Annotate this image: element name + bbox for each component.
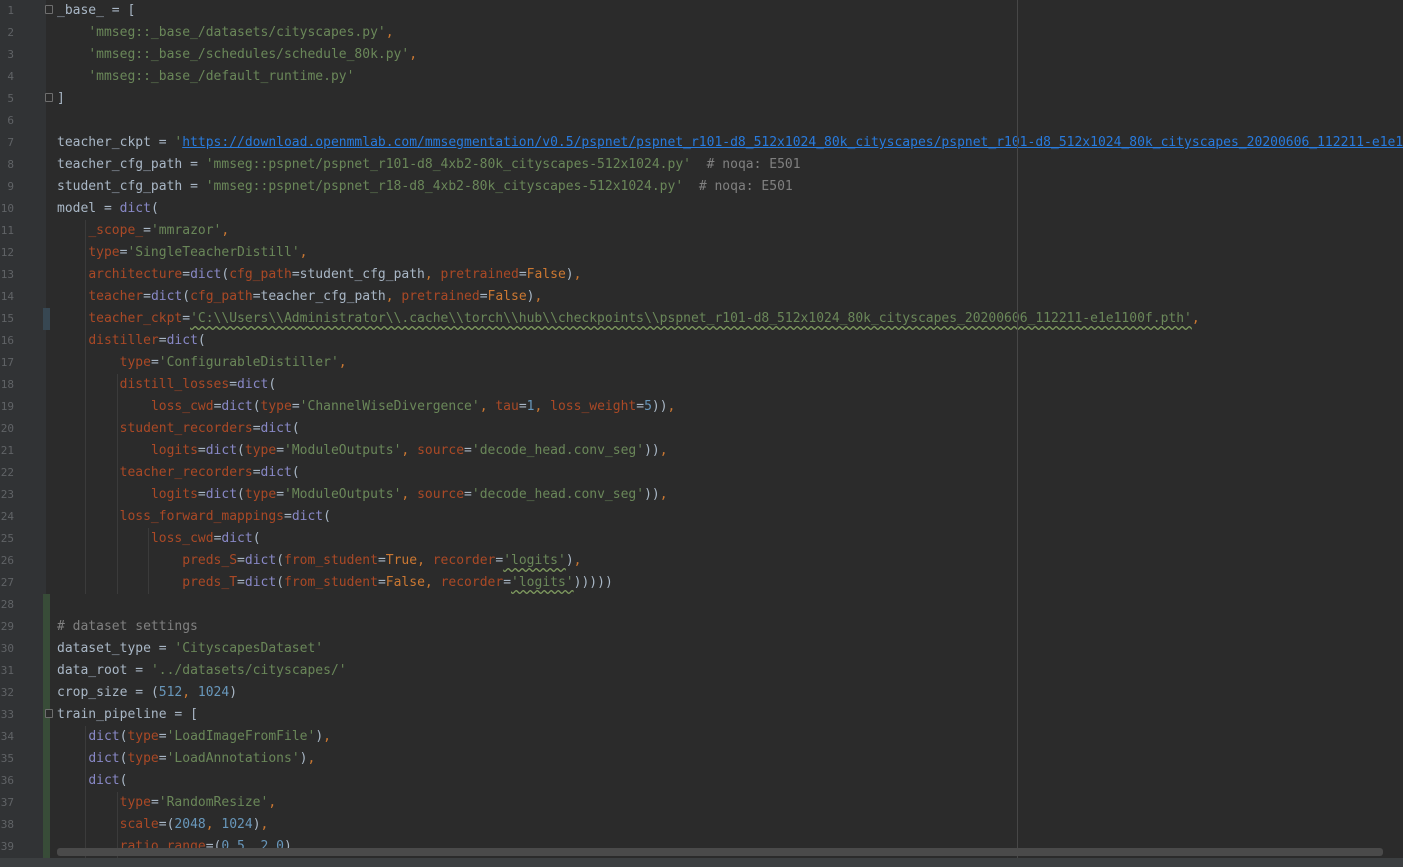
code-line[interactable]: train_pipeline = [: [57, 704, 198, 726]
gutter-markers: [42, 0, 53, 858]
line-number[interactable]: 3: [0, 44, 14, 66]
line-number[interactable]: 28: [0, 594, 14, 616]
line-number[interactable]: 36: [0, 770, 14, 792]
code-line[interactable]: _base_ = [: [57, 0, 135, 22]
fold-toggle-icon[interactable]: [45, 709, 53, 718]
code-line[interactable]: student_cfg_path = 'mmseg::pspnet/pspnet…: [57, 176, 793, 198]
code-line[interactable]: 'mmseg::_base_/schedules/schedule_80k.py…: [57, 44, 417, 66]
line-number[interactable]: 27: [0, 572, 14, 594]
code-line[interactable]: model = dict(: [57, 198, 159, 220]
code-line[interactable]: teacher_ckpt='C:\\Users\\Administrator\\…: [57, 308, 1199, 330]
line-number[interactable]: 38: [0, 814, 14, 836]
line-number[interactable]: 30: [0, 638, 14, 660]
code-line[interactable]: # dataset settings: [57, 616, 198, 638]
code-line[interactable]: 'mmseg::_base_/default_runtime.py': [57, 66, 354, 88]
line-number[interactable]: 15: [0, 308, 14, 330]
line-number[interactable]: 37: [0, 792, 14, 814]
code-line[interactable]: ]: [57, 88, 65, 110]
code-editor[interactable]: 1 2 3 4 5 6 7 8 9 10 11 12 13 14 15 16 17 18 19 20 21 22 23 24 2…: [0, 0, 1403, 867]
line-number[interactable]: 23: [0, 484, 14, 506]
line-number[interactable]: 22: [0, 462, 14, 484]
line-number[interactable]: 32: [0, 682, 14, 704]
added-lines-marker[interactable]: [43, 594, 50, 858]
fold-toggle-icon[interactable]: [45, 93, 53, 102]
line-number[interactable]: 21: [0, 440, 14, 462]
line-number[interactable]: 13: [0, 264, 14, 286]
code-line[interactable]: teacher=dict(cfg_path=teacher_cfg_path, …: [57, 286, 542, 308]
code-line[interactable]: crop_size = (512, 1024): [57, 682, 237, 704]
code-line[interactable]: dict(type='LoadAnnotations'),: [57, 748, 315, 770]
line-number[interactable]: 9: [0, 176, 14, 198]
code-line[interactable]: teacher_ckpt = 'https://download.openmml…: [57, 132, 1403, 154]
line-number[interactable]: 11: [0, 220, 14, 242]
code-line[interactable]: scale=(2048, 1024),: [57, 814, 269, 836]
line-number[interactable]: 39: [0, 836, 14, 858]
code-line[interactable]: type='SingleTeacherDistill',: [57, 242, 307, 264]
line-number[interactable]: 24: [0, 506, 14, 528]
fold-toggle-icon[interactable]: [45, 5, 53, 14]
code-line[interactable]: loss_forward_mappings=dict(: [57, 506, 331, 528]
line-number[interactable]: 10: [0, 198, 14, 220]
bottom-strip: [0, 858, 1403, 867]
code-line[interactable]: logits=dict(type='ModuleOutputs', source…: [57, 484, 668, 506]
line-number[interactable]: 7: [0, 132, 14, 154]
code-line[interactable]: 'mmseg::_base_/datasets/cityscapes.py',: [57, 22, 393, 44]
code-line[interactable]: teacher_cfg_path = 'mmseg::pspnet/pspnet…: [57, 154, 801, 176]
line-number[interactable]: 29: [0, 616, 14, 638]
code-line[interactable]: dict(type='LoadImageFromFile'),: [57, 726, 331, 748]
line-number[interactable]: 35: [0, 748, 14, 770]
line-number[interactable]: 20: [0, 418, 14, 440]
code-line[interactable]: distiller=dict(: [57, 330, 205, 352]
line-number-gutter[interactable]: 1 2 3 4 5 6 7 8 9 10 11 12 13 14 15 16 17 18 19 20 21 22 23 24 2…: [0, 0, 46, 858]
line-number[interactable]: 8: [0, 154, 14, 176]
line-number[interactable]: 26: [0, 550, 14, 572]
code-line[interactable]: architecture=dict(cfg_path=student_cfg_p…: [57, 264, 581, 286]
line-number[interactable]: 14: [0, 286, 14, 308]
code-line[interactable]: logits=dict(type='ModuleOutputs', source…: [57, 440, 668, 462]
code-area[interactable]: _base_ = [ 'mmseg::_base_/datasets/citys…: [57, 0, 1403, 858]
code-line[interactable]: loss_cwd=dict(type='ChannelWiseDivergenc…: [57, 396, 675, 418]
line-number[interactable]: 31: [0, 660, 14, 682]
code-line[interactable]: type='RandomResize',: [57, 792, 277, 814]
line-number[interactable]: 33: [0, 704, 14, 726]
code-line[interactable]: preds_T=dict(from_student=False, recorde…: [57, 572, 613, 594]
line-number[interactable]: 16: [0, 330, 14, 352]
line-number[interactable]: 12: [0, 242, 14, 264]
line-number[interactable]: 19: [0, 396, 14, 418]
code-line[interactable]: loss_cwd=dict(: [57, 528, 261, 550]
code-line[interactable]: preds_S=dict(from_student=True, recorder…: [57, 550, 581, 572]
right-margin-guide: [1017, 0, 1018, 858]
code-line[interactable]: _scope_='mmrazor',: [57, 220, 229, 242]
code-line[interactable]: student_recorders=dict(: [57, 418, 300, 440]
line-number[interactable]: 4: [0, 66, 14, 88]
code-line[interactable]: distill_losses=dict(: [57, 374, 277, 396]
modified-line-marker[interactable]: [43, 308, 50, 330]
line-number[interactable]: 17: [0, 352, 14, 374]
horizontal-scrollbar[interactable]: [57, 848, 1383, 856]
code-line[interactable]: teacher_recorders=dict(: [57, 462, 300, 484]
code-line[interactable]: data_root = '../datasets/cityscapes/': [57, 660, 347, 682]
line-number[interactable]: 34: [0, 726, 14, 748]
code-line[interactable]: dict(: [57, 770, 127, 792]
line-number[interactable]: 2: [0, 22, 14, 44]
line-number[interactable]: 18: [0, 374, 14, 396]
line-number[interactable]: 6: [0, 110, 14, 132]
code-line[interactable]: dataset_type = 'CityscapesDataset': [57, 638, 323, 660]
line-number[interactable]: 1: [0, 0, 14, 22]
line-number[interactable]: 5: [0, 88, 14, 110]
code-line[interactable]: type='ConfigurableDistiller',: [57, 352, 347, 374]
line-number[interactable]: 25: [0, 528, 14, 550]
